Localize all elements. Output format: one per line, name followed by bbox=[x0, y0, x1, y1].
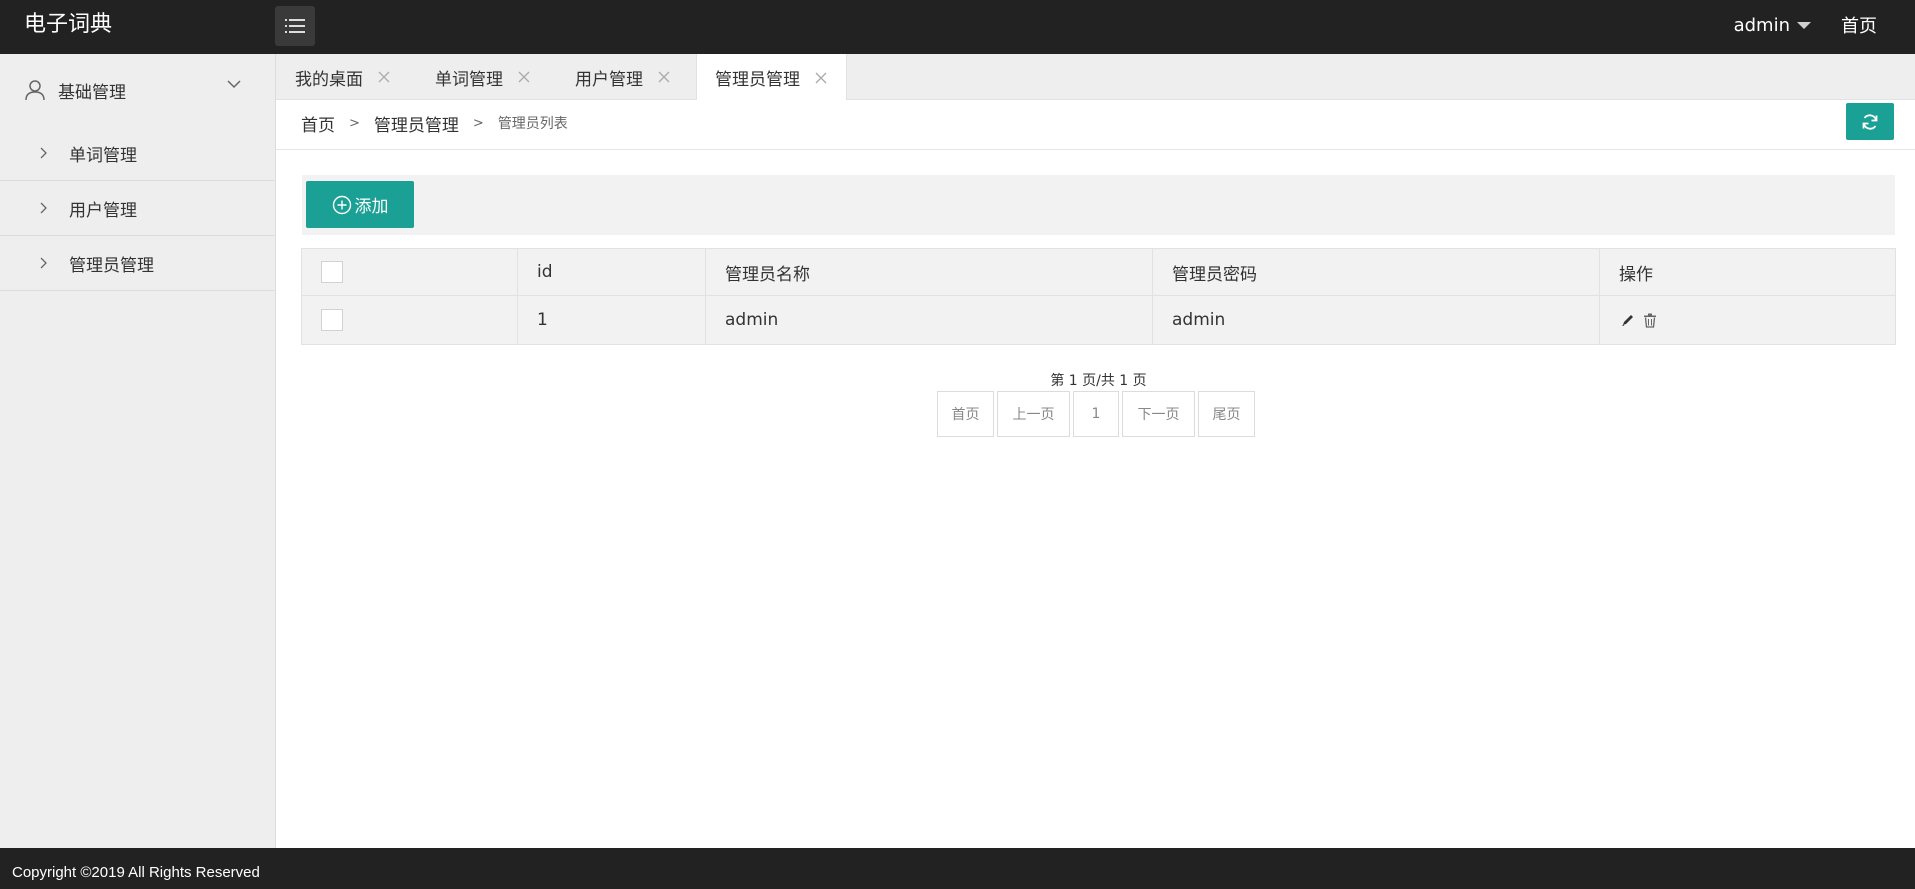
close-icon[interactable] bbox=[657, 70, 671, 84]
next-page-button[interactable]: 下一页 bbox=[1122, 391, 1195, 437]
add-button[interactable]: 添加 bbox=[306, 181, 414, 228]
sidebar-group-basic[interactable]: 基础管理 bbox=[0, 54, 275, 126]
close-icon[interactable] bbox=[814, 71, 828, 85]
row-checkbox[interactable] bbox=[321, 309, 343, 331]
last-page-button[interactable]: 尾页 bbox=[1198, 391, 1255, 437]
edit-icon[interactable] bbox=[1621, 313, 1635, 327]
close-icon[interactable] bbox=[377, 70, 391, 84]
admin-table: id 管理员名称 管理员密码 操作 1 admin admin bbox=[301, 248, 1896, 345]
first-page-button[interactable]: 首页 bbox=[937, 391, 994, 437]
breadcrumb-home[interactable]: 首页 bbox=[301, 111, 335, 136]
trash-icon[interactable] bbox=[1643, 313, 1657, 328]
refresh-button[interactable] bbox=[1846, 103, 1894, 140]
table-row: 1 admin admin bbox=[301, 295, 1896, 345]
breadcrumb: 首页 > 管理员管理 > 管理员列表 bbox=[301, 100, 568, 146]
user-name: admin bbox=[1733, 14, 1790, 36]
plus-circle-icon bbox=[332, 195, 351, 214]
select-all-checkbox[interactable] bbox=[321, 261, 343, 283]
cell-ops bbox=[1599, 295, 1896, 345]
sidebar-item-label: 单词管理 bbox=[69, 145, 137, 166]
close-icon[interactable] bbox=[517, 70, 531, 84]
menu-toggle-button[interactable] bbox=[275, 6, 315, 46]
app-title[interactable]: 电子词典 bbox=[24, 0, 112, 50]
sidebar-item-label: 管理员管理 bbox=[69, 255, 154, 276]
tab-label: 用户管理 bbox=[575, 69, 643, 90]
column-header-password: 管理员密码 bbox=[1152, 248, 1600, 296]
sidebar-item-label: 用户管理 bbox=[69, 200, 137, 221]
page-info: 第 1 页/共 1 页 bbox=[1050, 373, 1147, 389]
tab-admins[interactable]: 管理员管理 bbox=[696, 54, 847, 101]
sidebar-item-words[interactable]: 单词管理 bbox=[0, 126, 275, 181]
select-all-cell bbox=[301, 248, 518, 296]
cell-id: 1 bbox=[517, 295, 706, 345]
column-header-ops: 操作 bbox=[1599, 248, 1896, 296]
top-header: 电子词典 admin 首页 bbox=[0, 0, 1915, 54]
column-header-id: id bbox=[517, 248, 706, 296]
user-menu[interactable]: admin bbox=[1734, 15, 1811, 36]
breadcrumb-current: 管理员列表 bbox=[497, 116, 568, 132]
footer-copyright: Copyright ©2019 All Rights Reserved bbox=[0, 848, 1915, 889]
add-button-label: 添加 bbox=[354, 197, 389, 217]
breadcrumb-admin-management[interactable]: 管理员管理 bbox=[374, 111, 459, 136]
column-header-name: 管理员名称 bbox=[705, 248, 1153, 296]
tab-label: 我的桌面 bbox=[295, 69, 363, 90]
row-select-cell bbox=[301, 295, 518, 345]
chevron-right-icon bbox=[40, 202, 47, 214]
chevron-right-icon bbox=[40, 147, 47, 159]
tab-label: 单词管理 bbox=[435, 69, 503, 90]
pagination: 首页 上一页 1 下一页 尾页 bbox=[937, 391, 1258, 437]
prev-page-button[interactable]: 上一页 bbox=[997, 391, 1070, 437]
refresh-icon bbox=[1862, 113, 1878, 130]
sidebar: 基础管理 单词管理 用户管理 管理员管理 bbox=[0, 54, 276, 848]
breadcrumb-bar: 首页 > 管理员管理 > 管理员列表 bbox=[276, 100, 1915, 150]
menu-icon bbox=[285, 19, 305, 33]
user-icon bbox=[25, 80, 45, 101]
header-home-link[interactable]: 首页 bbox=[1841, 12, 1877, 38]
cell-password: admin bbox=[1152, 295, 1600, 345]
current-page-number[interactable]: 1 bbox=[1073, 391, 1119, 437]
tab-desktop[interactable]: 我的桌面 bbox=[295, 54, 391, 100]
cell-name: admin bbox=[705, 295, 1153, 345]
tab-bar: 我的桌面 单词管理 用户管理 管理员管理 bbox=[276, 54, 1915, 101]
caret-down-icon bbox=[1797, 21, 1811, 29]
sidebar-item-admins[interactable]: 管理员管理 bbox=[0, 236, 275, 291]
sidebar-group-label: 基础管理 bbox=[58, 82, 126, 103]
sidebar-item-users[interactable]: 用户管理 bbox=[0, 181, 275, 236]
toolbar: 添加 bbox=[302, 175, 1895, 235]
breadcrumb-separator: > bbox=[349, 115, 360, 131]
tab-words[interactable]: 单词管理 bbox=[435, 54, 531, 100]
table-header-row: id 管理员名称 管理员密码 操作 bbox=[301, 248, 1896, 296]
breadcrumb-separator: > bbox=[472, 115, 484, 131]
chevron-right-icon bbox=[40, 257, 47, 269]
tab-label: 管理员管理 bbox=[715, 70, 800, 90]
chevron-down-icon bbox=[227, 80, 241, 89]
tab-users[interactable]: 用户管理 bbox=[575, 54, 671, 100]
